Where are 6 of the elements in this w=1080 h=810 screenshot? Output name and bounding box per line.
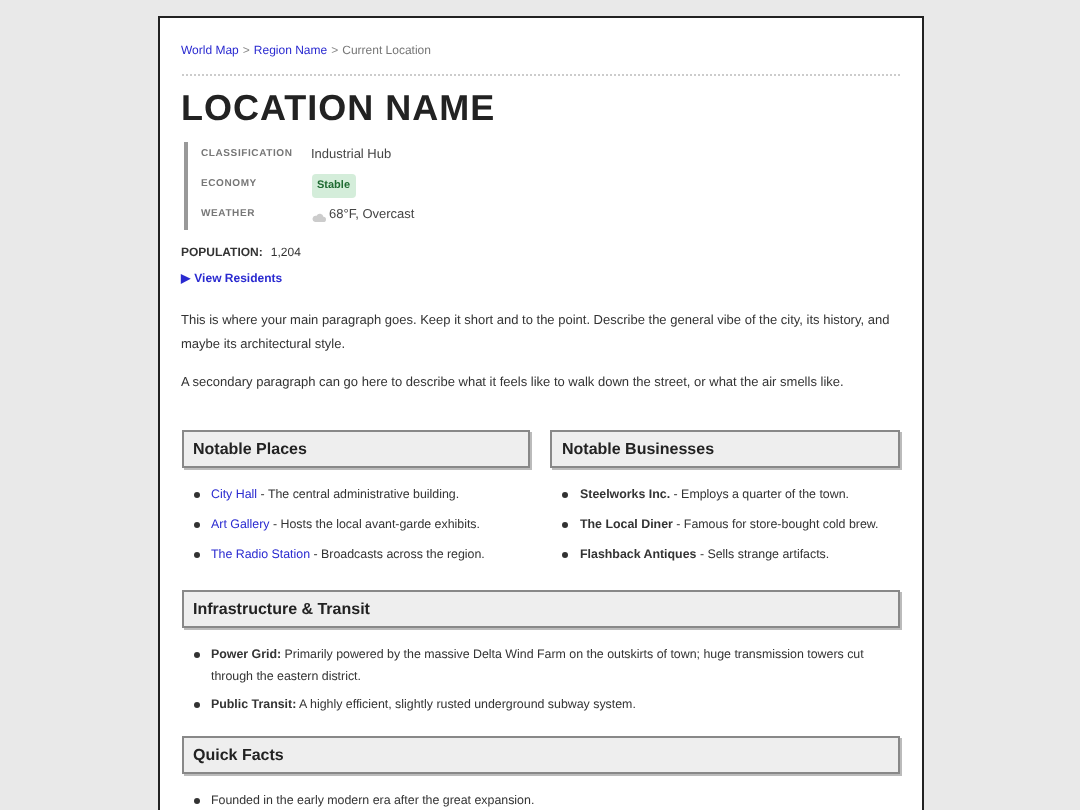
section-header: Infrastructure & Transit — [181, 590, 899, 628]
section-header: Quick Facts — [181, 736, 899, 774]
page-title: LOCATION NAME — [181, 88, 498, 128]
cloud-icon — [311, 211, 325, 221]
section-header: Notable Places — [181, 430, 530, 468]
section-header: Notable Businesses — [550, 430, 899, 468]
